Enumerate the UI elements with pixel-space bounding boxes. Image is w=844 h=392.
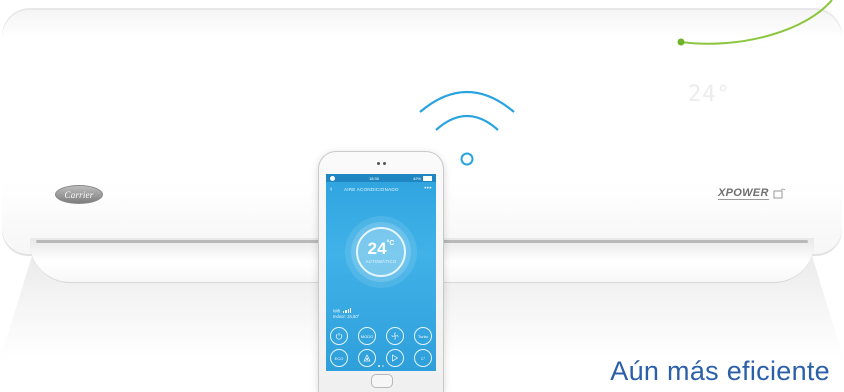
power-icon xyxy=(335,332,343,340)
dial-mode-label: AUTOMÁTICO xyxy=(365,259,397,264)
tagline: Aún más eficiente xyxy=(610,356,830,386)
carrier-logo-text: Carrier xyxy=(64,189,94,200)
turbo-button[interactable]: Turbo xyxy=(414,327,432,345)
status-right: 42% xyxy=(412,175,432,181)
page-indicator xyxy=(326,365,436,367)
swing-icon xyxy=(363,354,371,362)
more-options-icon[interactable]: ••• xyxy=(424,186,432,192)
phone-speaker xyxy=(375,162,387,165)
signal-bars-icon xyxy=(343,308,351,313)
status-bar: 18:30 42% xyxy=(326,174,436,182)
wifi-unit-icon xyxy=(773,188,785,199)
back-chevron-icon[interactable]: ‹ xyxy=(330,186,344,193)
phone-screen: 18:30 42% ‹ AIRE ACONDICIONADO ••• 24°C … xyxy=(326,174,436,371)
dial-temperature-unit: °C xyxy=(386,240,395,247)
direction-icon xyxy=(392,354,399,362)
carrier-logo: Carrier xyxy=(55,185,103,204)
fan-button[interactable] xyxy=(386,327,404,345)
control-row-1: MODO Turbo xyxy=(330,327,432,345)
app-title: AIRE ACONDICIONADO xyxy=(344,186,399,192)
dial-temperature-value: 24 xyxy=(367,239,387,258)
app-header: ‹ AIRE ACONDICIONADO ••• xyxy=(326,182,436,196)
status-left xyxy=(330,175,335,181)
home-button[interactable] xyxy=(371,374,393,388)
smartphone: 18:30 42% ‹ AIRE ACONDICIONADO ••• 24°C … xyxy=(318,151,444,392)
dial-temperature: 24°C xyxy=(368,239,395,259)
wifi-label: Wifi xyxy=(333,308,340,314)
power-button[interactable] xyxy=(330,327,348,345)
xpower-logo: XPOWER xyxy=(718,186,786,200)
xpower-logo-text: XPOWER xyxy=(718,186,769,200)
mode-button[interactable]: MODO xyxy=(358,327,376,345)
battery-icon xyxy=(423,175,432,181)
battery-percent: 42% xyxy=(412,175,421,181)
status-info: Wifi Indoor: 24,50° xyxy=(333,308,359,320)
indoor-temperature: Indoor: 24,50° xyxy=(333,314,360,319)
product-scene: 24° Carrier XPOWER 18:30 42% ‹ AIRE ACON… xyxy=(0,0,844,392)
fan-icon xyxy=(391,332,399,340)
whatsapp-icon xyxy=(330,175,335,181)
green-accent-curve xyxy=(677,0,833,46)
status-time: 18:30 xyxy=(368,175,379,181)
unit-temperature-display: 24° xyxy=(688,82,731,107)
